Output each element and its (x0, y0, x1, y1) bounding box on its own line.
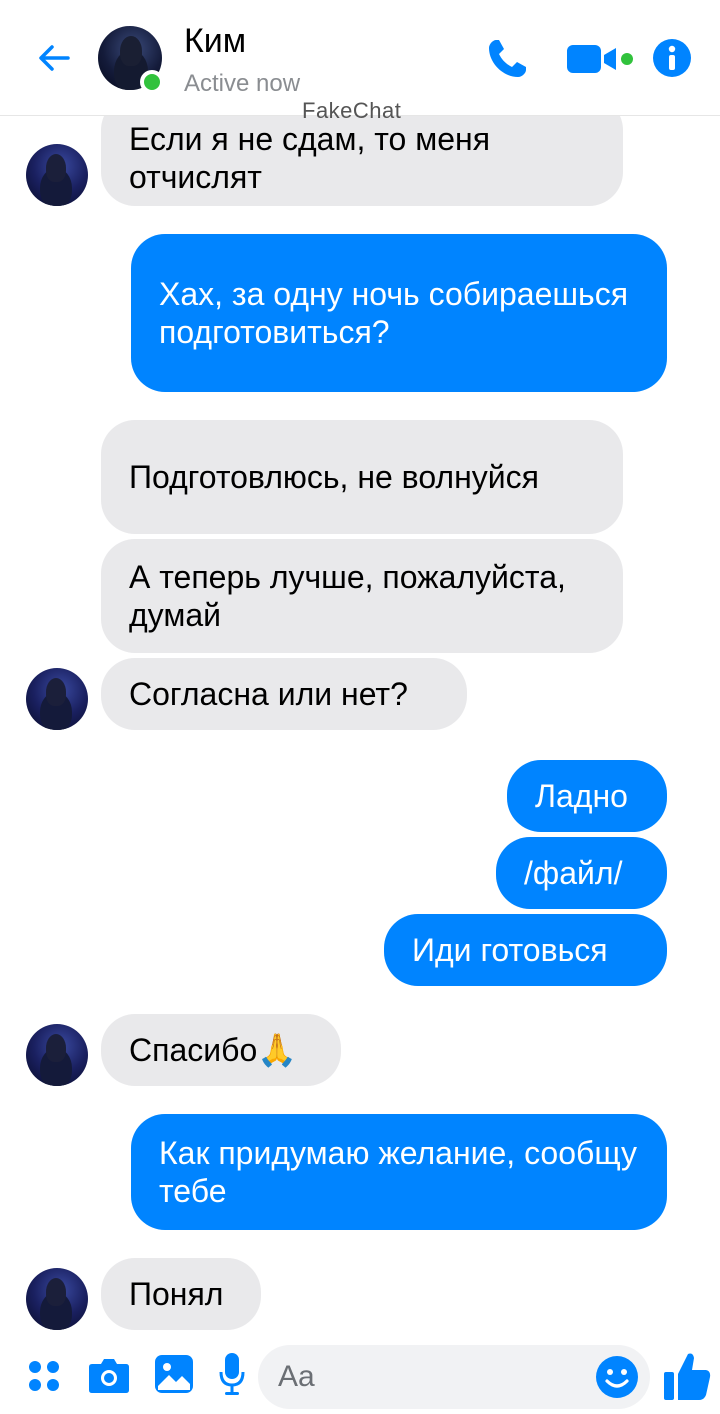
info-icon[interactable] (652, 38, 692, 78)
message-bubble-outgoing[interactable]: Ладно (507, 760, 667, 832)
contact-avatar-small[interactable] (26, 668, 88, 730)
gallery-icon[interactable] (154, 1354, 194, 1394)
message-bubble-incoming[interactable]: Понял (101, 1258, 261, 1330)
chat-header: Ким Active now FakeChat (0, 0, 720, 123)
phone-icon[interactable] (484, 36, 530, 82)
contact-avatar-small[interactable] (26, 144, 88, 206)
thumbs-up-icon[interactable] (662, 1350, 712, 1402)
back-arrow-icon[interactable] (34, 38, 74, 78)
active-status: Active now (184, 70, 301, 97)
message-bubble-incoming[interactable]: Подготовлюсь, не волнуйся (101, 420, 623, 534)
camera-icon[interactable] (88, 1356, 130, 1394)
watermark: FakeChat (302, 98, 402, 123)
message-input[interactable] (278, 1355, 588, 1399)
contact-avatar-small[interactable] (26, 1024, 88, 1086)
message-input-container[interactable] (258, 1345, 650, 1409)
emoji-icon[interactable] (594, 1354, 640, 1400)
message-bubble-incoming[interactable]: А теперь лучше, пожалуйста, думай (101, 539, 623, 653)
microphone-icon[interactable] (218, 1352, 246, 1396)
video-icon[interactable] (566, 42, 636, 76)
contact-avatar-small[interactable] (26, 1268, 88, 1330)
message-bubble-incoming[interactable]: Спасибо🙏 (101, 1014, 341, 1086)
apps-icon[interactable] (26, 1358, 62, 1394)
message-bubble-outgoing[interactable]: /файл/ (496, 837, 667, 909)
message-bubble-outgoing[interactable]: Как придумаю желание, сообщу тебе (131, 1114, 667, 1230)
message-bubble-outgoing[interactable]: Иди готовься (384, 914, 667, 986)
message-bubble-incoming[interactable]: Согласна или нет? (101, 658, 467, 730)
online-indicator (140, 70, 164, 94)
contact-name[interactable]: Ким (184, 22, 246, 61)
message-bubble-outgoing[interactable]: Хах, за одну ночь собираешься подготовит… (131, 234, 667, 392)
